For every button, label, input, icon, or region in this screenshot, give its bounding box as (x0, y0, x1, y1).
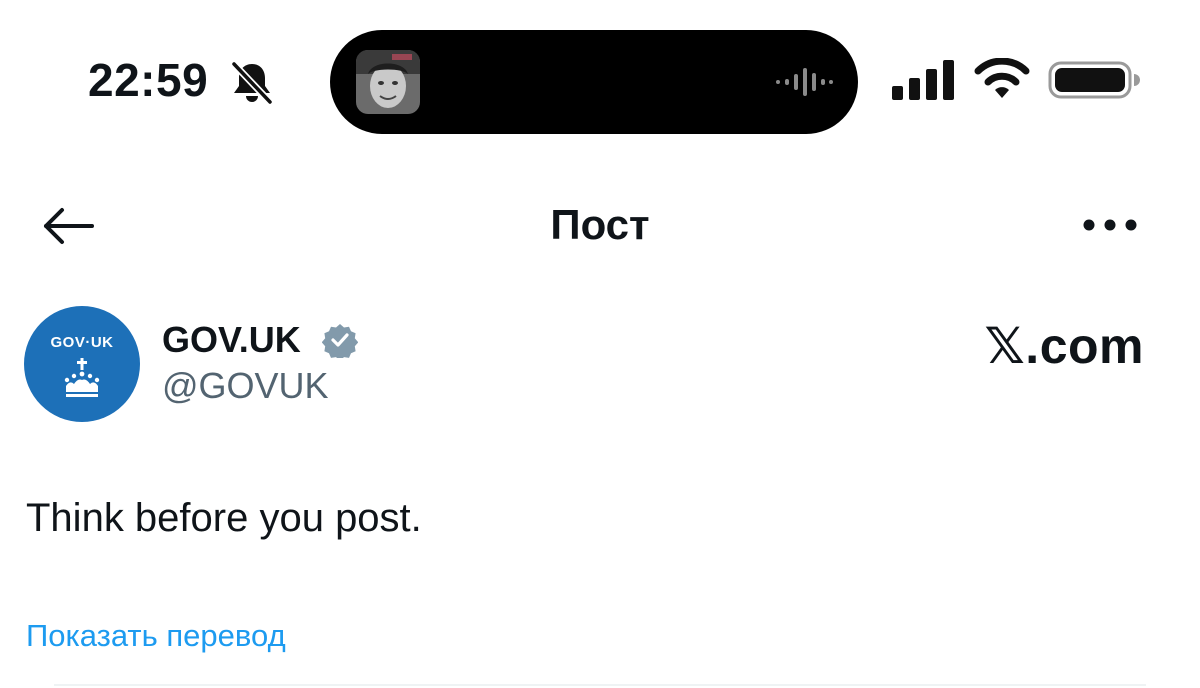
author-handle[interactable]: @GOVUK (162, 364, 329, 408)
avatar-label: GOV·UK (50, 334, 114, 351)
more-horizontal-icon[interactable] (1080, 212, 1140, 238)
wifi-icon (974, 58, 1030, 98)
now-playing-art (356, 50, 420, 114)
crown-icon (64, 358, 100, 397)
post-screen: 22:59 Пост GOV·UK GOV.UK @GOVUK 𝕏.com Th… (0, 0, 1200, 688)
author-name[interactable]: GOV.UK (162, 318, 301, 362)
status-time: 22:59 (88, 54, 209, 106)
divider (54, 684, 1146, 686)
avatar[interactable]: GOV·UK (24, 306, 140, 422)
post-text: Think before you post. (26, 496, 422, 540)
battery-icon (1048, 61, 1140, 99)
show-translation-link[interactable]: Показать перевод (26, 616, 286, 656)
x-com-watermark: 𝕏.com (984, 318, 1144, 374)
cellular-signal-icon (892, 60, 954, 100)
page-title: Пост (550, 201, 650, 248)
verified-badge-icon (322, 324, 358, 358)
dynamic-island[interactable] (330, 30, 858, 134)
bell-slash-icon (231, 61, 273, 104)
audio-waveform-icon (776, 68, 833, 96)
